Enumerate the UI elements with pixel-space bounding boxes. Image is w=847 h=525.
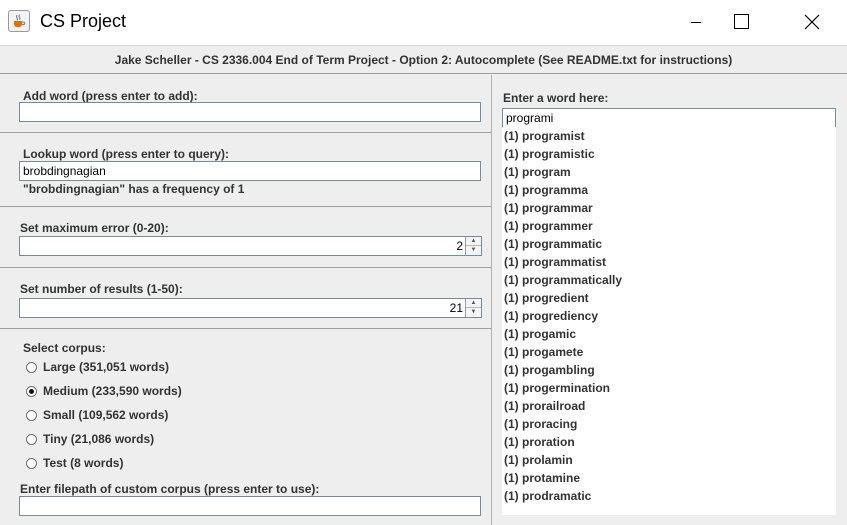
add-word-input[interactable] bbox=[19, 102, 481, 122]
result-item: (1) programmer bbox=[504, 219, 593, 233]
radio-button[interactable] bbox=[26, 362, 37, 373]
add-word-label: Add word (press enter to add): bbox=[23, 89, 198, 103]
corpus-label: Select corpus: bbox=[23, 341, 106, 355]
autocomplete-input[interactable]: programi bbox=[502, 108, 836, 128]
result-item: (1) prolamin bbox=[504, 453, 573, 467]
result-item: (1) programmar bbox=[504, 201, 593, 215]
close-icon bbox=[804, 14, 820, 30]
corpus-option-label: Tiny (21,086 words) bbox=[43, 432, 155, 446]
result-item: (1) programistic bbox=[504, 147, 595, 161]
java-cup-icon bbox=[8, 10, 30, 32]
spinner-down-icon[interactable]: ▼ bbox=[466, 246, 481, 255]
custom-corpus-label: Enter filepath of custom corpus (press e… bbox=[20, 482, 320, 496]
minimize-icon bbox=[691, 22, 701, 23]
window-title: CS Project bbox=[40, 11, 127, 31]
result-item: (1) protamine bbox=[504, 471, 581, 485]
max-error-spinner[interactable]: 2 ▲ ▼ bbox=[19, 236, 482, 256]
lookup-word-label: Lookup word (press enter to query): bbox=[23, 147, 230, 161]
custom-corpus-input[interactable] bbox=[19, 496, 481, 516]
lookup-result-text: "brobdingnagian" has a frequency of 1 bbox=[23, 182, 245, 196]
radio-button-selected[interactable] bbox=[26, 386, 37, 397]
corpus-option-label: Small (109,562 words) bbox=[43, 408, 169, 422]
result-item: (1) prorailroad bbox=[504, 399, 586, 413]
result-item: (1) programmatist bbox=[504, 255, 607, 269]
result-item: (1) progredient bbox=[504, 291, 589, 305]
section-divider bbox=[0, 132, 491, 133]
result-item: (1) programmatically bbox=[504, 273, 623, 287]
result-item: (1) prodramatic bbox=[504, 489, 592, 503]
title-bar: CS Project bbox=[0, 0, 847, 45]
lookup-word-input[interactable]: brobdingnagian bbox=[19, 161, 481, 181]
close-button[interactable] bbox=[789, 0, 835, 45]
result-item: (1) progamic bbox=[504, 327, 577, 341]
maximize-button[interactable] bbox=[719, 0, 765, 45]
result-item: (1) programmatic bbox=[504, 237, 603, 251]
autocomplete-label: Enter a word here: bbox=[503, 91, 609, 105]
result-item: (1) program bbox=[504, 165, 571, 179]
result-item: (1) progrediency bbox=[504, 309, 599, 323]
num-results-spinner[interactable]: 21 ▲ ▼ bbox=[19, 298, 482, 318]
num-results-label: Set number of results (1-50): bbox=[20, 282, 183, 296]
radio-button[interactable] bbox=[26, 434, 37, 445]
result-item: (1) proracing bbox=[504, 417, 578, 431]
maximize-icon bbox=[734, 14, 749, 29]
result-item: (1) programma bbox=[504, 183, 589, 197]
radio-button[interactable] bbox=[26, 458, 37, 469]
section-divider bbox=[0, 206, 491, 207]
autocomplete-results-list: (1) programist (1) programistic (1) progra… bbox=[502, 127, 836, 515]
spinner-up-icon[interactable]: ▲ bbox=[466, 299, 481, 308]
corpus-option-label: Large (351,051 words) bbox=[43, 360, 170, 374]
spinner-down-icon[interactable]: ▼ bbox=[466, 308, 481, 317]
result-item: (1) progermination bbox=[504, 381, 611, 395]
project-header: Jake Scheller - CS 2336.004 End of Term … bbox=[0, 45, 847, 74]
vertical-divider bbox=[491, 75, 492, 525]
corpus-option-label: Test (8 words) bbox=[43, 456, 124, 470]
radio-button[interactable] bbox=[26, 410, 37, 421]
result-item: (1) proration bbox=[504, 435, 575, 449]
section-divider bbox=[0, 328, 491, 329]
max-error-value: 2 bbox=[456, 239, 463, 253]
corpus-option-label: Medium (233,590 words) bbox=[43, 384, 182, 398]
num-results-value: 21 bbox=[449, 301, 463, 315]
result-item: (1) progamete bbox=[504, 345, 584, 359]
result-item: (1) progambling bbox=[504, 363, 595, 377]
minimize-button[interactable] bbox=[673, 0, 719, 45]
max-error-label: Set maximum error (0-20): bbox=[20, 221, 169, 235]
section-divider bbox=[0, 267, 491, 268]
spinner-up-icon[interactable]: ▲ bbox=[466, 237, 481, 246]
result-item: (1) programist bbox=[504, 129, 585, 143]
